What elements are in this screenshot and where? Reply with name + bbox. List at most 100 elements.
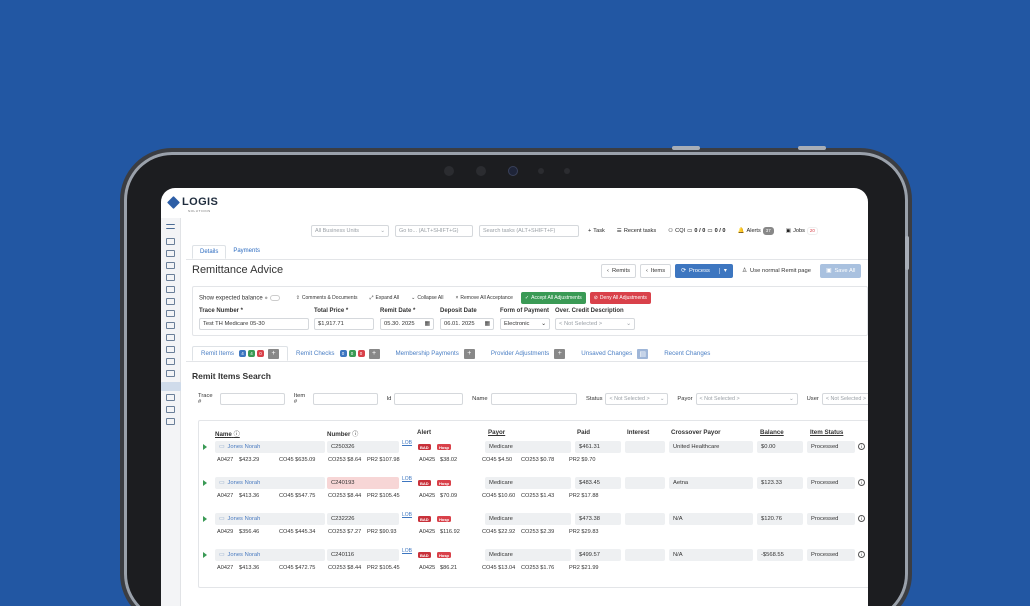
lob-link[interactable]: LOB: [402, 548, 412, 554]
detail-amount: $70.09: [440, 493, 458, 499]
column-name[interactable]: Name ⓘ: [215, 429, 240, 438]
tab-recent-changes[interactable]: Recent Changes: [656, 346, 718, 361]
items-button[interactable]: ‹ Items: [639, 264, 672, 278]
use-normal-remit-button[interactable]: ♙ Use normal Remit page: [736, 264, 816, 278]
deny-adjustments-button[interactable]: ⊘ Deny All Adjustments: [589, 292, 651, 304]
task-button[interactable]: + Task: [585, 225, 608, 237]
menu-icon[interactable]: [166, 224, 175, 229]
total-price-input[interactable]: $1,917.71: [314, 318, 374, 330]
comments-documents-button[interactable]: ⇪ Comments & Documents: [292, 292, 362, 304]
column-item-status[interactable]: Item Status: [810, 429, 843, 436]
tab-membership-payments[interactable]: Membership Payments +: [388, 346, 483, 361]
trace-number-input[interactable]: Test TH Medicare 05-30: [199, 318, 309, 330]
document-icon[interactable]: [166, 286, 175, 293]
detail-code: A0427: [217, 565, 234, 571]
alerts-button[interactable]: 🔔 Alerts 37: [735, 225, 777, 237]
column-balance[interactable]: Balance: [760, 429, 784, 436]
cqi-button[interactable]: ⚇ CQI ▭ 0 / 0 ▭ 0 / 0: [665, 225, 728, 237]
jobs-button[interactable]: ▣ Jobs 20: [783, 225, 821, 237]
expand-row-icon[interactable]: [203, 552, 207, 558]
status-select[interactable]: < Not Selected > ⌄: [605, 393, 669, 405]
accept-adjustments-button[interactable]: ✓ Accept All Adjustments: [520, 292, 586, 304]
tab-remit-items[interactable]: Remit Items 4 4 0 +: [192, 346, 289, 361]
tab-unsaved-changes[interactable]: Unsaved Changes ▤: [573, 346, 656, 361]
download-icon[interactable]: [166, 406, 175, 413]
tab-payments[interactable]: Payments: [226, 245, 267, 259]
show-expected-toggle[interactable]: [269, 294, 280, 301]
info-icon[interactable]: i: [858, 479, 865, 486]
form-of-payment-select[interactable]: Electronic ⌄: [500, 318, 550, 330]
remit-date-input[interactable]: 05.30. 2025 ▦: [380, 318, 434, 330]
folder-icon[interactable]: [161, 382, 181, 391]
users-icon[interactable]: [166, 418, 175, 425]
name-search-label: Name: [472, 396, 488, 402]
file-icon[interactable]: [166, 370, 175, 377]
column-number[interactable]: Number ⓘ: [327, 429, 358, 438]
info-icon[interactable]: i: [858, 515, 865, 522]
expand-row-icon[interactable]: [203, 516, 207, 522]
comments-label: Comments & Documents: [301, 295, 358, 301]
column-crossover-payor[interactable]: Crossover Payor: [671, 429, 721, 436]
deposit-date-input[interactable]: 06.01. 2025 ▦: [440, 318, 494, 330]
process-button[interactable]: ⟳ Process ▾: [675, 264, 733, 278]
chart-icon[interactable]: [166, 250, 175, 257]
detail-code: A0425: [419, 529, 436, 535]
info-icon[interactable]: i: [858, 551, 865, 558]
patient-name-link[interactable]: ▭ Jones Norah: [215, 549, 325, 561]
form-of-payment-label: Form of Payment: [500, 308, 550, 314]
id-search-input[interactable]: [394, 393, 464, 405]
column-interest[interactable]: Interest: [627, 429, 649, 436]
tab-remit-checks[interactable]: Remit Checks 0 0 0 +: [288, 346, 388, 361]
truck-icon[interactable]: [166, 346, 175, 353]
tab-details[interactable]: Details: [192, 245, 227, 259]
goto-input[interactable]: Go to... (ALT+SHIFT+G): [395, 225, 473, 237]
patient-name-link[interactable]: ▭ Jones Norah: [215, 441, 325, 453]
calendar-icon[interactable]: ▦: [425, 321, 430, 327]
inbox-icon[interactable]: [166, 238, 175, 245]
accept-label: Accept All Adjustments: [531, 295, 582, 301]
save-all-button[interactable]: ▣ Save All: [819, 264, 862, 278]
collapse-all-button[interactable]: ⌄ Collapse All: [407, 292, 447, 304]
lob-link[interactable]: LOB: [402, 512, 412, 518]
patient-name-link[interactable]: ▭ Jones Norah: [215, 477, 325, 489]
column-payor[interactable]: Payor: [488, 429, 505, 436]
item-search-input[interactable]: [312, 393, 378, 405]
business-units-select[interactable]: All Business Units ⌄: [311, 225, 389, 237]
calendar-icon[interactable]: ▦: [485, 321, 490, 327]
search-tasks-input[interactable]: Search tasks (ALT+SHIFT+F): [479, 225, 579, 237]
over-credit-select[interactable]: < Not Selected > ⌄: [555, 318, 635, 330]
payor-select[interactable]: < Not Selected > ⌄: [695, 393, 798, 405]
card-icon[interactable]: [166, 274, 175, 281]
business-units-label: All Business Units: [315, 228, 360, 234]
name-search-input[interactable]: [490, 393, 578, 405]
expand-row-icon[interactable]: [203, 480, 207, 486]
expand-all-button[interactable]: ⤢ Expand All: [365, 292, 403, 304]
recent-tasks-button[interactable]: ☰ Recent tasks: [614, 225, 659, 237]
plus-icon[interactable]: +: [554, 348, 566, 359]
cycle-icon[interactable]: [166, 334, 175, 341]
remits-button[interactable]: ‹ Remits: [601, 264, 636, 278]
user-select[interactable]: < Not Selected >: [821, 393, 868, 405]
lob-link[interactable]: LOB: [402, 440, 412, 446]
bell-icon: 🔔: [737, 228, 745, 234]
plus-icon[interactable]: +: [268, 348, 280, 359]
graph-icon[interactable]: [166, 394, 175, 401]
info-icon[interactable]: i: [858, 443, 865, 450]
detail-pr2: PR2 $21.99: [569, 565, 599, 571]
patient-name-link[interactable]: ▭ Jones Norah: [215, 513, 325, 525]
trace-search-input[interactable]: [220, 393, 285, 405]
list-icon[interactable]: [166, 358, 175, 365]
goto-placeholder: Go to... (ALT+SHIFT+G): [399, 228, 459, 234]
lob-link[interactable]: LOB: [402, 476, 412, 482]
wrench-icon[interactable]: [166, 310, 175, 317]
settings-icon[interactable]: [166, 322, 175, 329]
remove-acceptance-button[interactable]: × Remove All Acceptance: [451, 292, 516, 304]
plus-icon[interactable]: +: [368, 348, 380, 359]
column-alert[interactable]: Alert: [417, 429, 431, 436]
tab-provider-adjustments[interactable]: Provider Adjustments +: [483, 346, 573, 361]
column-paid[interactable]: Paid: [577, 429, 590, 436]
tool-icon[interactable]: [166, 298, 175, 305]
expand-row-icon[interactable]: [203, 444, 207, 450]
plus-icon[interactable]: +: [463, 348, 475, 359]
building-icon[interactable]: [166, 262, 175, 269]
